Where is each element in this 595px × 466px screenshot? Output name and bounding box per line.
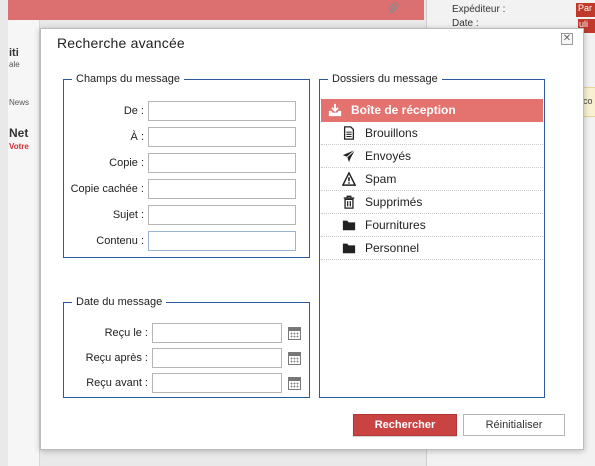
cc-row: Copie : (64, 153, 296, 173)
background-snippet: iti (9, 47, 19, 59)
received-on-label: Reçu le : (104, 327, 148, 339)
folder-label: Personnel (365, 241, 420, 255)
subject-row: Sujet : (64, 205, 296, 225)
folder-item-sent[interactable]: Envoyés (321, 145, 543, 168)
folder-label: Boîte de réception (351, 103, 456, 117)
received-before-row: Reçu avant : (64, 373, 301, 393)
calendar-icon[interactable] (288, 376, 301, 390)
folder-icon (341, 240, 357, 256)
content-label: Contenu : (96, 235, 144, 247)
to-row: À : (64, 127, 296, 147)
trash-icon (341, 194, 357, 210)
background-snippet: Net (9, 126, 29, 140)
content-row: Contenu : (64, 231, 296, 251)
folder-label: Supprimés (365, 195, 423, 209)
folder-item-supplies[interactable]: Fournitures (321, 214, 543, 237)
from-input[interactable] (148, 101, 296, 121)
paper-plane-icon (341, 148, 357, 164)
background-snippet: Votre (9, 142, 29, 151)
search-button[interactable]: Rechercher (353, 414, 457, 436)
message-fields-legend: Champs du message (76, 73, 180, 85)
reset-button[interactable]: Réinitialiser (463, 414, 565, 436)
folder-item-personal[interactable]: Personnel (321, 237, 543, 260)
folder-label: Fournitures (365, 218, 426, 232)
folder-list: Boîte de réception Brouillons Envoyés Sp… (321, 99, 543, 260)
sender-label: Expéditeur : (452, 4, 506, 15)
to-label: À : (130, 131, 144, 143)
received-on-row: Reçu le : (64, 323, 301, 343)
subject-input[interactable] (148, 205, 296, 225)
folder-item-trash[interactable]: Supprimés (321, 191, 543, 214)
received-on-input[interactable] (152, 323, 282, 343)
sender-badge: Par (576, 3, 595, 17)
dialog-title: Recherche avancée (57, 35, 185, 51)
background-snippet: ale (9, 60, 20, 69)
folder-label: Spam (365, 172, 397, 186)
message-list-column (8, 20, 40, 466)
from-row: De : (64, 101, 296, 121)
folder-item-drafts[interactable]: Brouillons (321, 122, 543, 145)
bcc-label: Copie cachée : (70, 183, 144, 195)
message-date-group: Date du message Reçu le : Reçu après : R… (63, 296, 310, 398)
calendar-icon[interactable] (288, 351, 301, 365)
close-button[interactable]: ✕ (561, 33, 573, 45)
to-input[interactable] (148, 127, 296, 147)
message-folders-legend: Dossiers du message (332, 73, 438, 85)
advanced-search-dialog: Recherche avancée ✕ Champs du message De… (40, 28, 584, 450)
message-folders-group: Dossiers du message Boîte de réception B… (319, 73, 545, 398)
folder-item-spam[interactable]: Spam (321, 168, 543, 191)
received-after-label: Reçu après : (85, 352, 148, 364)
folder-item-inbox[interactable]: Boîte de réception (321, 99, 543, 122)
message-header-bar (8, 0, 424, 20)
subject-label: Sujet : (112, 209, 144, 221)
bcc-row: Copie cachée : (64, 179, 296, 199)
cc-input[interactable] (148, 153, 296, 173)
from-label: De : (123, 105, 144, 117)
background-snippet: News (9, 98, 30, 107)
warning-icon (341, 171, 357, 187)
received-before-input[interactable] (152, 373, 282, 393)
folder-label: Brouillons (365, 126, 418, 140)
document-icon (341, 125, 357, 141)
calendar-icon[interactable] (288, 326, 301, 340)
paperclip-icon (386, 2, 402, 18)
received-after-input[interactable] (152, 348, 282, 368)
message-fields-group: Champs du message De : À : Copie : Copie… (63, 73, 310, 258)
content-input[interactable] (148, 231, 296, 251)
received-before-label: Reçu avant : (86, 377, 148, 389)
folder-icon (341, 217, 357, 233)
received-after-row: Reçu après : (64, 348, 301, 368)
inbox-download-icon (327, 102, 343, 118)
bcc-input[interactable] (148, 179, 296, 199)
message-date-legend: Date du message (76, 296, 163, 308)
folder-label: Envoyés (365, 149, 412, 163)
cc-label: Copie : (109, 157, 144, 169)
